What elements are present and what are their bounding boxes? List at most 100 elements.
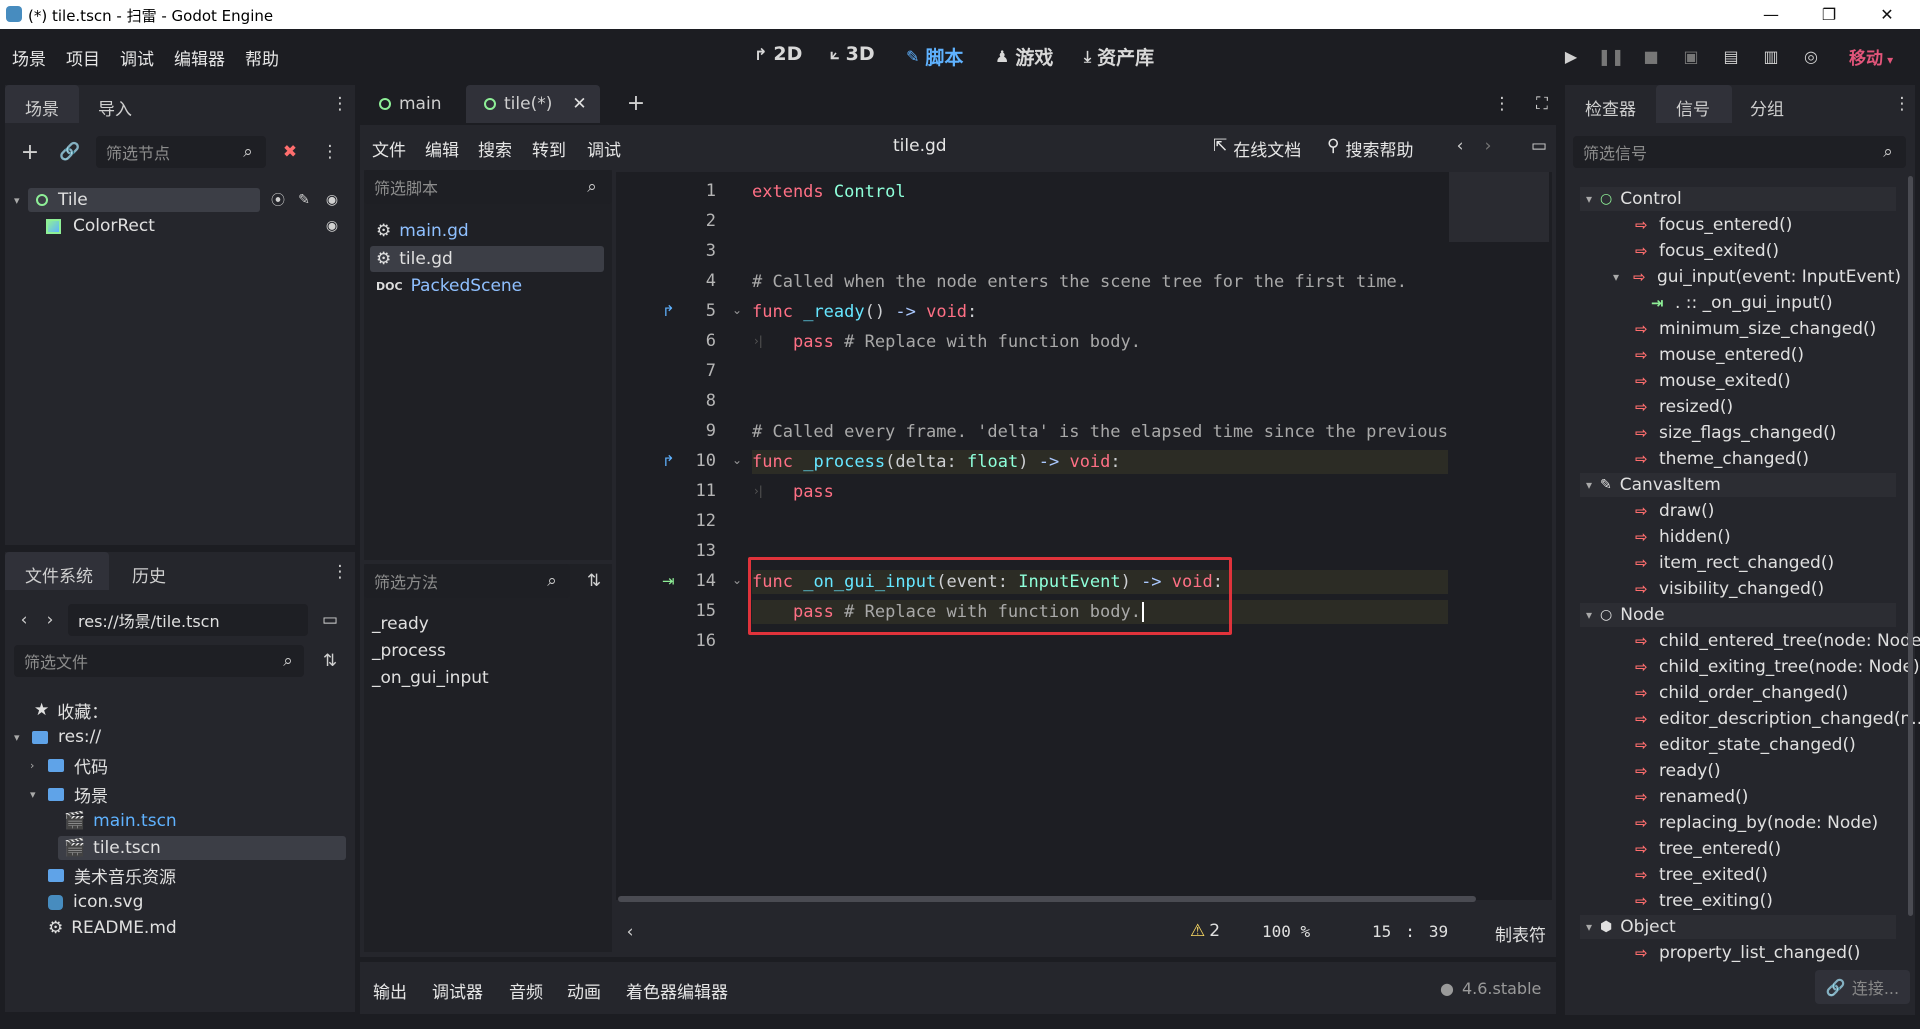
scene-menu-icon[interactable]: ⋮ <box>320 140 340 164</box>
instance-scene-icon[interactable]: 🔗 <box>58 140 82 164</box>
signal-item[interactable]: ⇨ tree_entered() <box>1635 838 1781 860</box>
fold-chevron-icon[interactable]: ⌄ <box>732 573 742 587</box>
script-item-tile[interactable]: ⚙ tile.gd <box>370 246 604 272</box>
signal-connection-item[interactable]: ⇥. :: _on_gui_input() <box>1651 292 1833 314</box>
pause-button[interactable]: ❚❚ <box>1598 44 1625 68</box>
signal-class-header[interactable]: ▾ ✎ CanvasItem <box>1580 473 1896 497</box>
signal-item[interactable]: ⇨ size_flags_changed() <box>1635 422 1836 444</box>
workspace-assetlib-tab[interactable]: ⤓ 资产库 <box>1084 43 1154 70</box>
file-icon-svg[interactable]: icon.svg <box>48 891 143 913</box>
movie-maker-button[interactable]: ◎ <box>1798 44 1824 68</box>
folder-scenes[interactable]: ▾ 场景 <box>30 783 108 807</box>
stop-button[interactable]: ■ <box>1638 44 1664 68</box>
horizontal-scrollbar[interactable] <box>618 896 1476 902</box>
signal-item[interactable]: ⇨ focus_exited() <box>1635 240 1779 262</box>
tab-signals[interactable]: 信号 <box>1656 85 1732 123</box>
warnings-counter[interactable]: ⚠ 2 <box>1190 921 1220 941</box>
signal-item[interactable]: ⇨ renamed() <box>1635 786 1748 808</box>
menu-debug[interactable]: 调试 <box>120 45 154 70</box>
scene-tabs-menu-icon[interactable]: ⋮ <box>1492 92 1512 116</box>
signal-item[interactable]: ⇨ visibility_changed() <box>1635 578 1824 600</box>
folder-res[interactable]: ▾ res:// <box>14 726 101 748</box>
sort-methods-icon[interactable]: ⇅ <box>582 569 606 593</box>
detach-script-icon[interactable]: ✖ <box>278 140 302 164</box>
play-custom-scene-button[interactable]: ▥ <box>1758 44 1784 68</box>
search-help-button[interactable]: ⚲ 搜索帮助 <box>1327 136 1413 161</box>
tab-groups[interactable]: 分组 <box>1750 95 1784 120</box>
workspace-script-tab[interactable]: ✎ 脚本 <box>906 43 963 70</box>
scene-tree-node-tile[interactable]: ▾ Tile <box>14 188 260 212</box>
signal-item[interactable]: ⇨ draw() <box>1635 500 1714 522</box>
signal-item[interactable]: ⇨ editor_description_changed(n... <box>1635 708 1920 730</box>
signal-class-header[interactable]: ▾ ⬢ Object <box>1580 915 1896 939</box>
bottom-tab-audio[interactable]: 音频 <box>509 978 543 1003</box>
signal-item[interactable]: ⇨ theme_changed() <box>1635 448 1809 470</box>
split-mode-icon[interactable]: ▭ <box>318 608 342 632</box>
script-item-packedscene[interactable]: DOC PackedScene <box>376 275 522 297</box>
scene-tree-node-colorrect[interactable]: ColorRect <box>46 215 296 237</box>
signal-item[interactable]: ⇨ minimum_size_changed() <box>1635 318 1876 340</box>
signal-item[interactable]: ▾ ⇨ gui_input(event: InputEvent) <box>1613 266 1901 288</box>
toggle-scripts-panel-icon[interactable]: ▭ <box>1528 134 1550 158</box>
signal-item[interactable]: ⇨ replacing_by(node: Node) <box>1635 812 1878 834</box>
filter-files-input[interactable]: 筛选文件 <box>14 645 304 677</box>
tab-scene[interactable]: 场景 <box>5 85 79 123</box>
fold-chevron-icon[interactable]: ⌄ <box>732 303 742 317</box>
script-attached-icon[interactable]: ✎ <box>294 190 314 210</box>
fold-chevron-icon[interactable]: ⌄ <box>732 453 742 467</box>
script-menu-file[interactable]: 文件 <box>372 136 406 161</box>
path-field[interactable]: res://场景/tile.tscn <box>68 604 308 636</box>
menu-editor[interactable]: 编辑器 <box>174 45 225 70</box>
method-item[interactable]: _ready <box>372 613 429 635</box>
signal-item[interactable]: ⇨ editor_state_changed() <box>1635 734 1856 756</box>
add-scene-tab-icon[interactable]: + <box>624 90 648 116</box>
dock-menu-icon[interactable]: ⋮ <box>330 560 350 584</box>
close-window-button[interactable]: ✕ <box>1864 0 1910 29</box>
visibility-eye-icon[interactable]: ◉ <box>322 190 342 210</box>
file-main-tscn[interactable]: 🎬 main.tscn <box>64 810 177 832</box>
workspace-game-tab[interactable]: ♟ 游戏 <box>995 43 1053 70</box>
renderer-select[interactable]: 移动 ▾ <box>1849 44 1893 69</box>
workspace-3d-tab[interactable]: ⟀ 3D <box>830 43 875 65</box>
signal-item[interactable]: ⇨ ready() <box>1635 760 1721 782</box>
signal-item[interactable]: ⇨ child_order_changed() <box>1635 682 1848 704</box>
signal-item[interactable]: ⇨ tree_exited() <box>1635 864 1768 886</box>
script-menu-edit[interactable]: 编辑 <box>425 136 459 161</box>
bottom-tab-shader-editor[interactable]: 着色器编辑器 <box>626 978 728 1003</box>
menu-help[interactable]: 帮助 <box>245 45 279 70</box>
signal-item[interactable]: ⇨ item_rect_changed() <box>1635 552 1834 574</box>
next-script-icon[interactable]: › <box>1478 134 1498 158</box>
folder-art-music[interactable]: 美术音乐资源 <box>48 864 176 888</box>
signal-item[interactable]: ⇨ child_exiting_tree(node: Node) <box>1635 656 1920 678</box>
signal-item[interactable]: ⇨ resized() <box>1635 396 1733 418</box>
menu-project[interactable]: 项目 <box>66 45 100 70</box>
toggle-files-panel-icon[interactable]: ‹ <box>620 920 640 944</box>
play-scene-button[interactable]: ▤ <box>1718 44 1744 68</box>
script-menu-goto[interactable]: 转到 <box>532 136 566 161</box>
signal-item[interactable]: ⇨ focus_entered() <box>1635 214 1792 236</box>
signal-item[interactable]: ⇨ property_list_changed() <box>1635 942 1860 964</box>
method-item[interactable]: _process <box>372 640 446 662</box>
visibility-eye-icon[interactable]: ◉ <box>322 216 342 236</box>
previous-script-icon[interactable]: ‹ <box>1450 134 1470 158</box>
signal-item[interactable]: ⇨ mouse_entered() <box>1635 344 1804 366</box>
dock-menu-icon[interactable]: ⋮ <box>1892 92 1912 116</box>
remote-debug-button[interactable]: ▣ <box>1678 44 1704 68</box>
online-docs-button[interactable]: ⇱ 在线文档 <box>1213 136 1301 161</box>
signal-connection-icon[interactable]: ⇥ <box>662 572 675 590</box>
script-menu-debug[interactable]: 调试 <box>587 136 621 161</box>
bottom-tab-debugger[interactable]: 调试器 <box>432 978 483 1003</box>
filter-signals-input[interactable]: 筛选信号 <box>1573 136 1906 168</box>
signal-item[interactable]: ⇨ hidden() <box>1635 526 1731 548</box>
filter-scripts-input[interactable]: 筛选脚本 <box>364 170 612 204</box>
folder-code[interactable]: › 代码 <box>30 754 108 778</box>
tab-import[interactable]: 导入 <box>98 95 132 120</box>
signal-item[interactable]: ⇨ mouse_exited() <box>1635 370 1791 392</box>
signal-class-header[interactable]: ▾ ○ Control <box>1580 187 1896 211</box>
signal-item[interactable]: ⇨ child_entered_tree(node: Node) <box>1635 630 1920 652</box>
favorites-item[interactable]: ★ 收藏： <box>34 699 108 723</box>
close-icon[interactable]: ✕ <box>572 94 586 114</box>
bottom-tab-animation[interactable]: 动画 <box>567 978 601 1003</box>
override-method-icon[interactable]: ↱ <box>662 302 675 320</box>
zoom-level[interactable]: 100 % <box>1262 922 1310 941</box>
